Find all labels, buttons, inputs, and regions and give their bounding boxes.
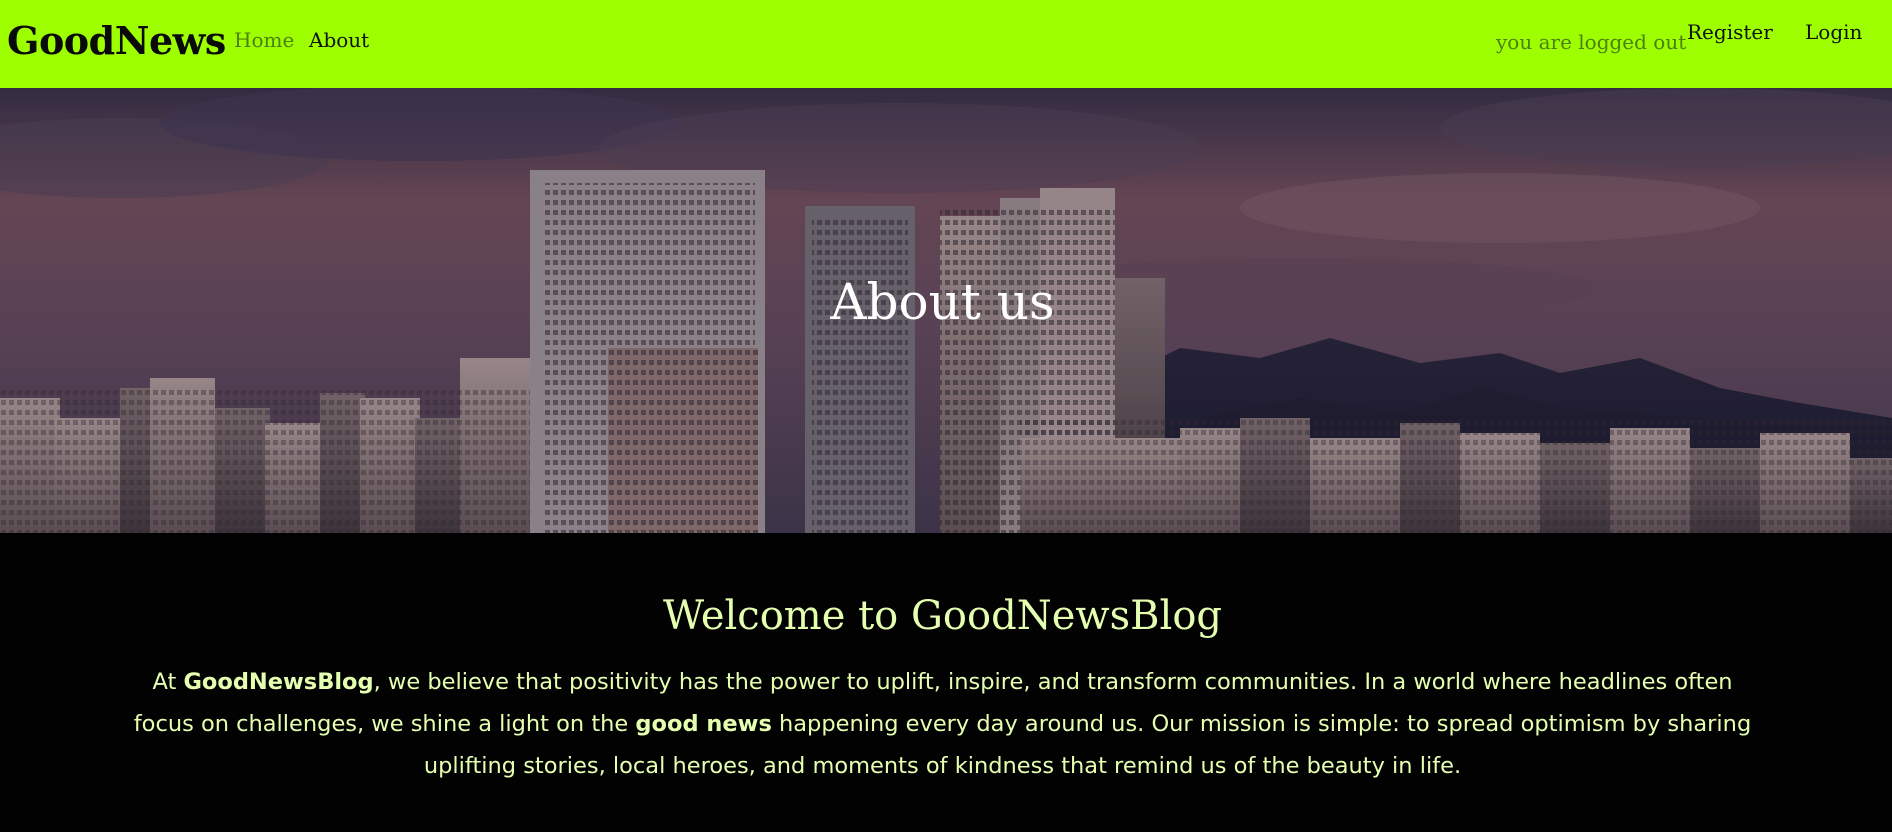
login-link[interactable]: Login <box>1805 20 1862 44</box>
welcome-heading: Welcome to GoodNewsBlog <box>662 593 1223 639</box>
main-content: Welcome to GoodNewsBlog At GoodNewsBlog,… <box>0 533 1892 832</box>
mission-bold-blogname: GoodNewsBlog <box>183 669 374 695</box>
nav-link-about[interactable]: About <box>309 28 369 52</box>
login-status-text: you are logged out <box>1496 30 1687 54</box>
navbar: GoodNews Home About you are logged out R… <box>0 0 1892 88</box>
brand-logo[interactable]: GoodNews <box>7 18 226 63</box>
mission-paragraph: At GoodNewsBlog, we believe that positiv… <box>130 661 1755 787</box>
hero-banner: About us <box>0 88 1892 533</box>
nav-link-home[interactable]: Home <box>234 28 294 52</box>
hero-title: About us <box>830 273 1055 331</box>
register-link[interactable]: Register <box>1687 20 1773 44</box>
mission-text-part1: At <box>152 669 184 695</box>
mission-bold-goodnews: good news <box>635 711 772 737</box>
